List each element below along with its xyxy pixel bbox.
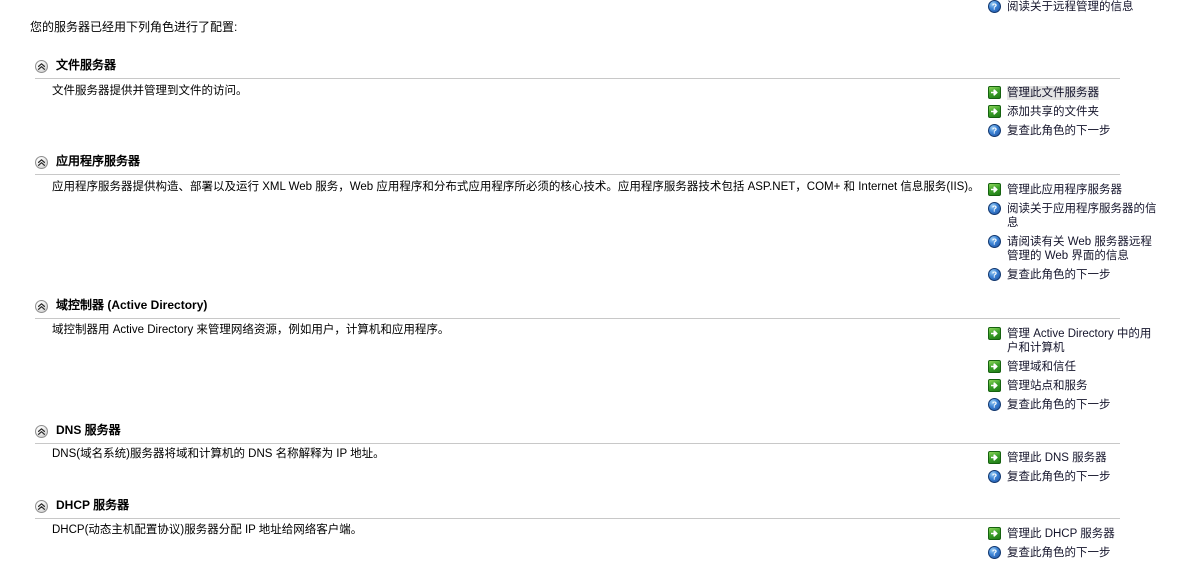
role-section-description-0: 文件服务器提供并管理到文件的访问。 — [52, 85, 248, 97]
role-section-header-2[interactable]: 域控制器 (Active Directory) — [35, 298, 1120, 319]
role-0-task-link-0[interactable]: 管理此文件服务器 — [988, 86, 1158, 100]
role-section-title-0: 文件服务器 — [56, 58, 117, 72]
role-section-title-1: 应用程序服务器 — [56, 154, 141, 168]
clipped-task-link-0[interactable]: ? 阅读关于远程管理的信息 — [988, 0, 1148, 14]
task-link-label: 复查此角色的下一步 — [1007, 547, 1111, 559]
chevron-double-up-icon[interactable] — [35, 156, 48, 169]
blue-question-icon: ? — [988, 268, 1001, 281]
role-section-header-1[interactable]: 应用程序服务器 — [35, 154, 1120, 175]
role-section-description-2: 域控制器用 Active Directory 来管理网络资源，例如用户，计算机和… — [52, 324, 450, 336]
green-arrow-icon — [988, 451, 1001, 464]
chevron-double-up-icon[interactable] — [35, 300, 48, 313]
role-section-0: 文件服务器 — [0, 58, 1184, 79]
blue-question-icon: ? — [988, 202, 1001, 215]
blue-question-icon: ? — [988, 124, 1001, 137]
svg-text:?: ? — [992, 548, 997, 558]
task-link-label: 管理站点和服务 — [1007, 380, 1088, 392]
top-clipped-link-group: ? 阅读关于远程管理的信息 — [988, 0, 1148, 19]
role-0-task-link-1[interactable]: 添加共享的文件夹 — [988, 105, 1158, 119]
role-2-task-link-0[interactable]: 管理 Active Directory 中的用户和计算机 — [988, 327, 1158, 355]
task-link-label: 阅读关于远程管理的信息 — [1007, 1, 1134, 13]
role-3-link-group: 管理此 DNS 服务器? 复查此角色的下一步 — [988, 451, 1158, 489]
blue-question-icon: ? — [988, 0, 1001, 13]
role-0-task-link-2[interactable]: ? 复查此角色的下一步 — [988, 124, 1158, 138]
svg-text:?: ? — [992, 472, 997, 482]
task-link-label: 管理此应用程序服务器 — [1007, 184, 1122, 196]
task-link-label: 管理 Active Directory 中的用户和计算机 — [1007, 328, 1152, 354]
blue-question-icon: ? — [988, 235, 1001, 248]
svg-text:?: ? — [992, 2, 997, 12]
blue-question-icon: ? — [988, 546, 1001, 559]
chevron-double-up-icon[interactable] — [35, 425, 48, 438]
role-section-title-3: DNS 服务器 — [56, 423, 121, 437]
task-link-label: 添加共享的文件夹 — [1007, 106, 1099, 118]
role-2-task-link-2[interactable]: 管理站点和服务 — [988, 379, 1158, 393]
green-arrow-icon — [988, 327, 1001, 340]
green-arrow-icon — [988, 379, 1001, 392]
task-link-label: 复查此角色的下一步 — [1007, 125, 1111, 137]
green-arrow-icon — [988, 105, 1001, 118]
task-link-label: 管理此 DHCP 服务器 — [1007, 528, 1115, 540]
task-link-label: 复查此角色的下一步 — [1007, 471, 1111, 483]
role-section-2: 域控制器 (Active Directory) — [0, 298, 1184, 319]
role-2-link-group: 管理 Active Directory 中的用户和计算机管理域和信任 管理站点和服… — [988, 327, 1158, 417]
role-4-task-link-1[interactable]: ? 复查此角色的下一步 — [988, 546, 1158, 560]
role-3-task-link-0[interactable]: 管理此 DNS 服务器 — [988, 451, 1158, 465]
role-section-3: DNS 服务器 — [0, 423, 1184, 444]
role-1-link-group: 管理此应用程序服务器? 阅读关于应用程序服务器的信息? 请阅读有关 Web 服务器远… — [988, 183, 1158, 287]
svg-text:?: ? — [992, 270, 997, 280]
role-section-header-0[interactable]: 文件服务器 — [35, 58, 1120, 79]
chevron-double-up-icon[interactable] — [35, 60, 48, 73]
role-2-task-link-3[interactable]: ? 复查此角色的下一步 — [988, 398, 1158, 412]
task-link-label: 请阅读有关 Web 服务器远程管理的 Web 界面的信息 — [1007, 236, 1152, 262]
role-1-task-link-2[interactable]: ? 请阅读有关 Web 服务器远程管理的 Web 界面的信息 — [988, 235, 1158, 263]
svg-text:?: ? — [992, 204, 997, 214]
role-section-description-3: DNS(域名系统)服务器将域和计算机的 DNS 名称解释为 IP 地址。 — [52, 448, 385, 460]
role-3-task-link-1[interactable]: ? 复查此角色的下一步 — [988, 470, 1158, 484]
blue-question-icon: ? — [988, 398, 1001, 411]
role-section-title-2: 域控制器 (Active Directory) — [56, 298, 208, 312]
task-link-label: 管理域和信任 — [1007, 361, 1076, 373]
role-2-task-link-1[interactable]: 管理域和信任 — [988, 360, 1158, 374]
green-arrow-icon — [988, 183, 1001, 196]
role-1-task-link-1[interactable]: ? 阅读关于应用程序服务器的信息 — [988, 202, 1158, 230]
role-4-link-group: 管理此 DHCP 服务器? 复查此角色的下一步 — [988, 527, 1158, 565]
role-section-4: DHCP 服务器 — [0, 498, 1184, 519]
role-0-link-group: 管理此文件服务器 添加共享的文件夹? 复查此角色的下一步 — [988, 86, 1158, 143]
task-link-label: 管理此文件服务器 — [1007, 86, 1099, 100]
role-section-description-1: 应用程序服务器提供构造、部署以及运行 XML Web 服务，Web 应用程序和分… — [52, 181, 980, 193]
blue-question-icon: ? — [988, 470, 1001, 483]
role-section-header-3[interactable]: DNS 服务器 — [35, 423, 1120, 444]
role-1-task-link-3[interactable]: ? 复查此角色的下一步 — [988, 268, 1158, 282]
green-arrow-icon — [988, 360, 1001, 373]
task-link-label: 复查此角色的下一步 — [1007, 269, 1111, 281]
task-link-label: 复查此角色的下一步 — [1007, 399, 1111, 411]
role-section-description-4: DHCP(动态主机配置协议)服务器分配 IP 地址给网络客户端。 — [52, 524, 363, 536]
svg-text:?: ? — [992, 237, 997, 247]
task-link-label: 阅读关于应用程序服务器的信息 — [1007, 203, 1157, 229]
role-section-header-4[interactable]: DHCP 服务器 — [35, 498, 1120, 519]
role-section-1: 应用程序服务器 — [0, 154, 1184, 175]
chevron-double-up-icon[interactable] — [35, 500, 48, 513]
green-arrow-icon — [988, 86, 1001, 99]
role-1-task-link-0[interactable]: 管理此应用程序服务器 — [988, 183, 1158, 197]
task-link-label: 管理此 DNS 服务器 — [1007, 452, 1107, 464]
role-4-task-link-0[interactable]: 管理此 DHCP 服务器 — [988, 527, 1158, 541]
role-section-title-4: DHCP 服务器 — [56, 498, 130, 512]
svg-text:?: ? — [992, 126, 997, 136]
green-arrow-icon — [988, 527, 1001, 540]
svg-text:?: ? — [992, 400, 997, 410]
page-intro-text: 您的服务器已经用下列角色进行了配置: — [30, 20, 238, 34]
